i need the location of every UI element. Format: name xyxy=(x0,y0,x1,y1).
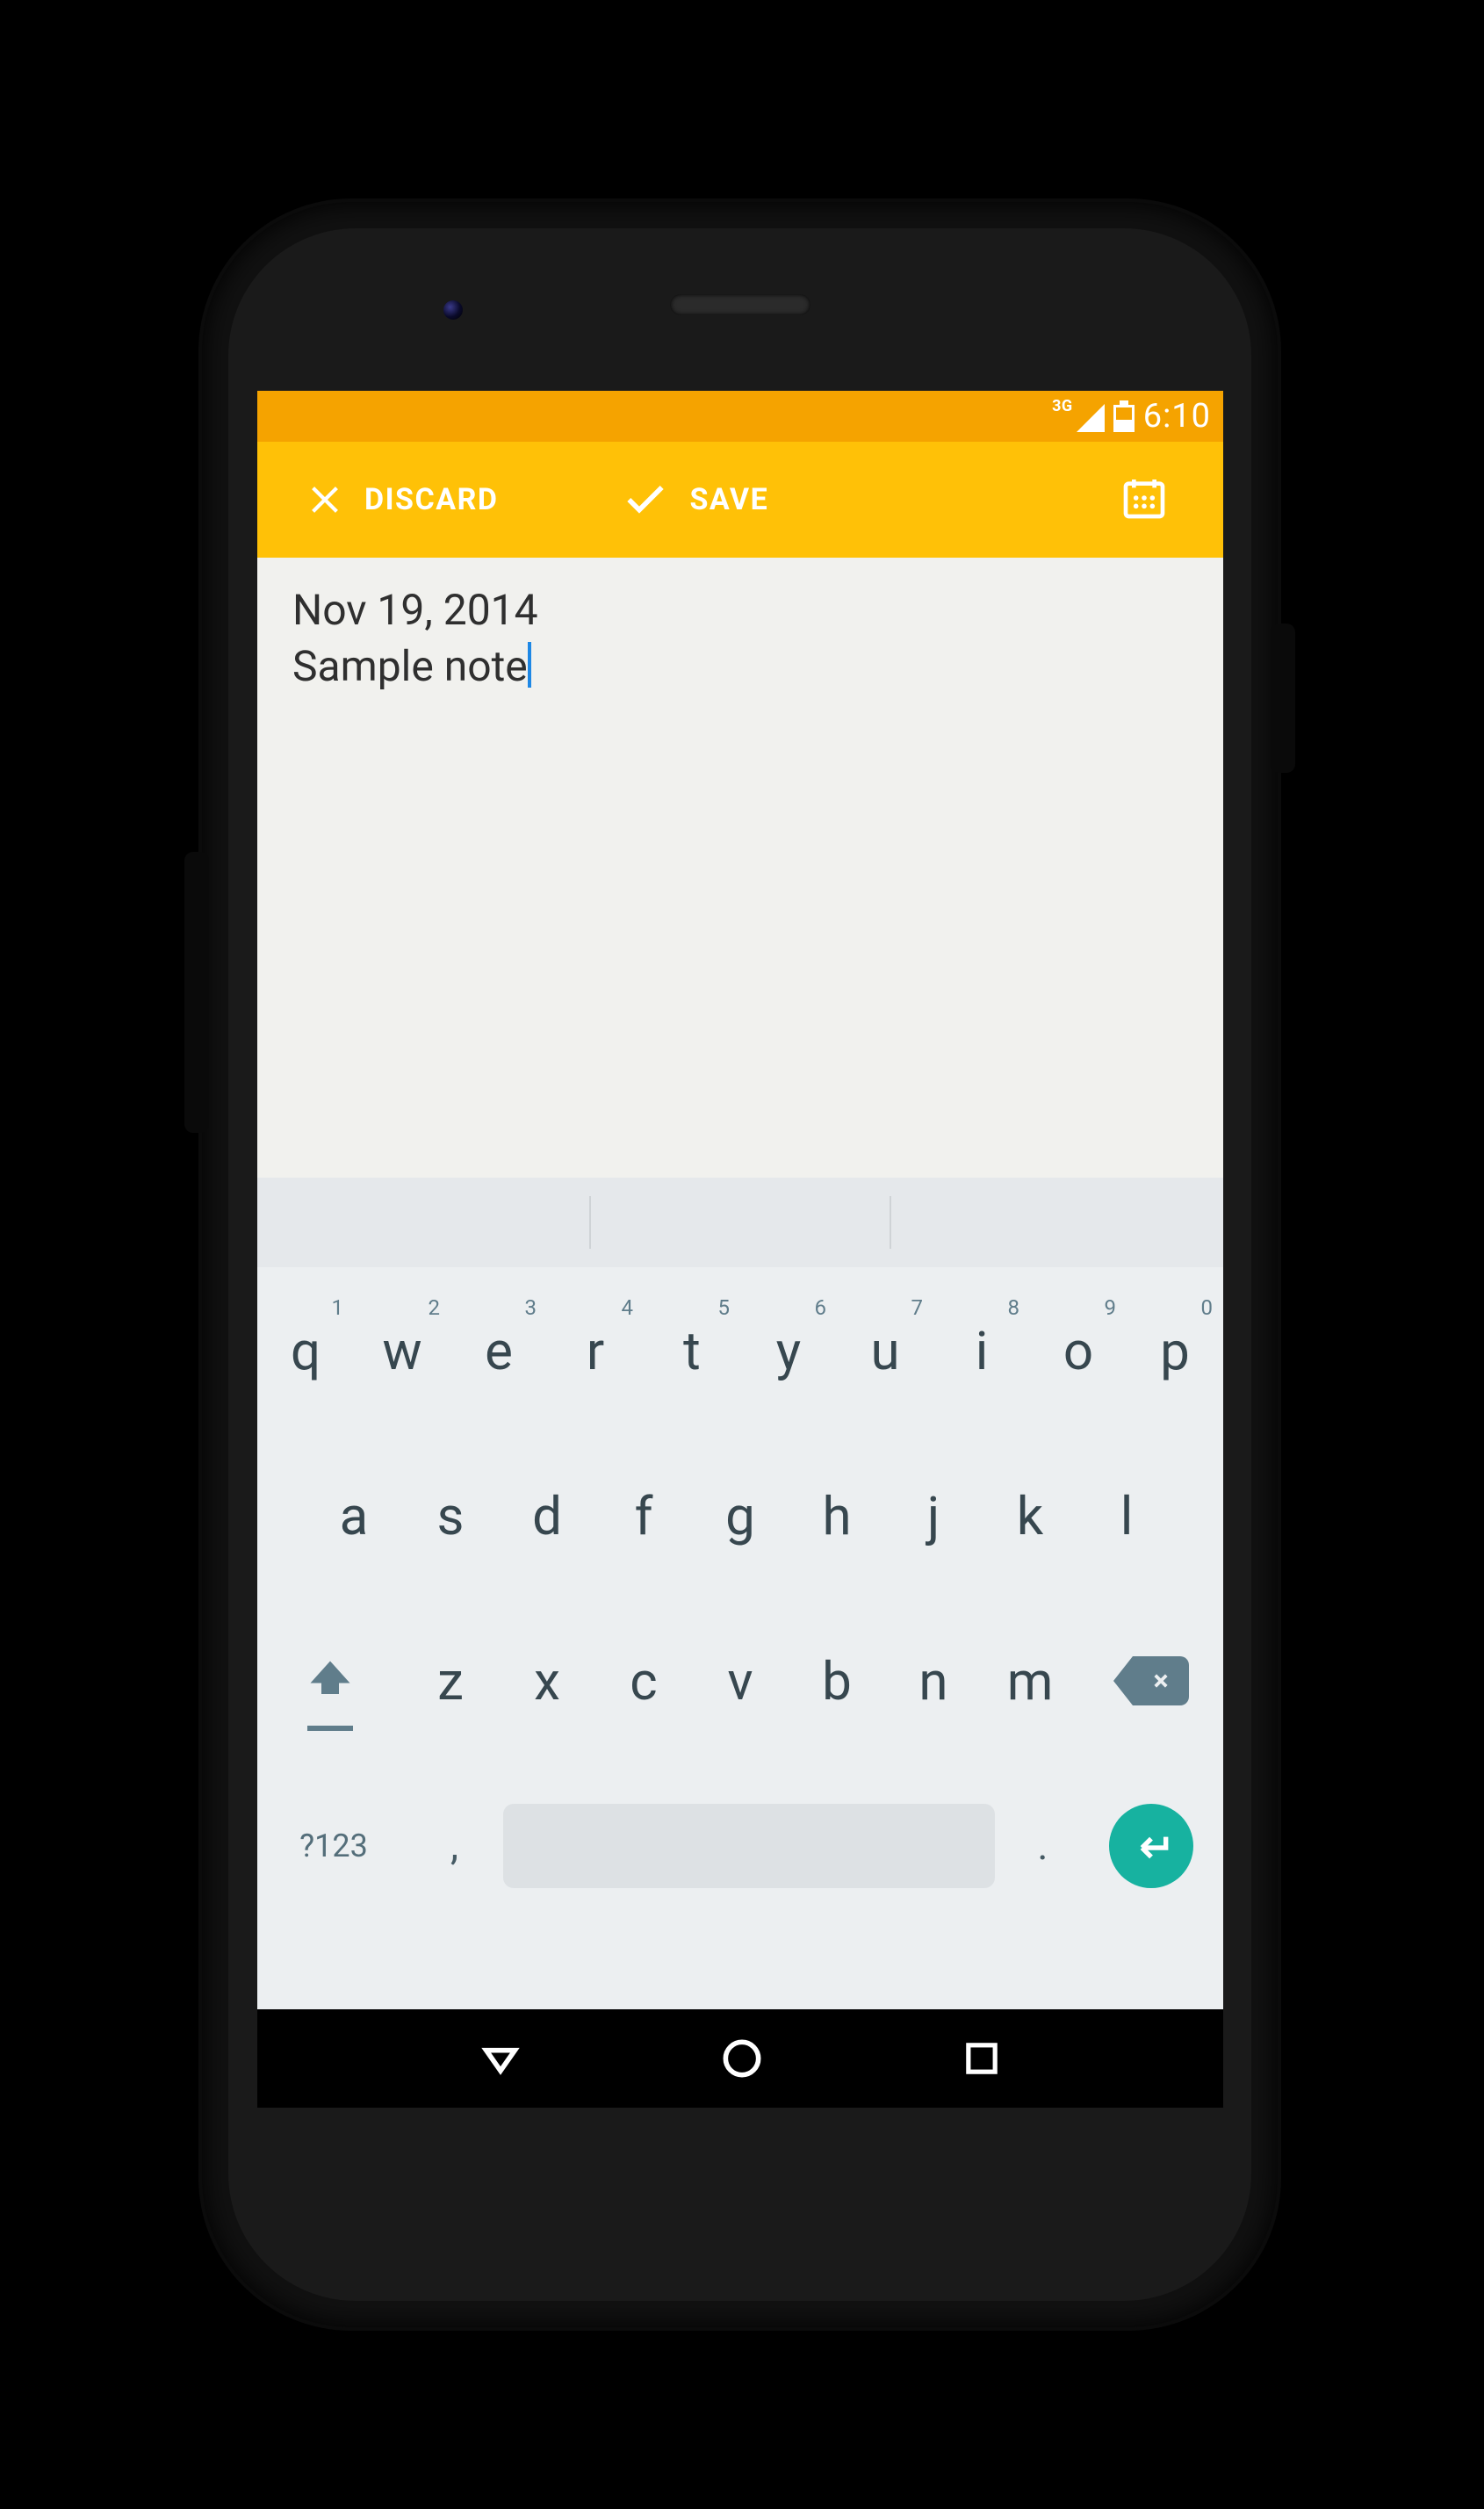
home-icon xyxy=(717,2034,767,2083)
discard-label: DISCARD xyxy=(364,482,498,517)
shift-key[interactable] xyxy=(257,1624,402,1738)
overflow-menu-button[interactable] xyxy=(1195,491,1213,508)
navigation-bar xyxy=(257,2009,1223,2108)
suggestion-separator xyxy=(890,1196,891,1249)
key-j[interactable]: j xyxy=(885,1459,982,1573)
check-icon xyxy=(621,475,670,524)
key-u[interactable]: u7 xyxy=(837,1294,933,1408)
note-editor[interactable]: Nov 19, 2014 Sample note xyxy=(257,558,1223,1178)
action-bar: DISCARD SAVE xyxy=(257,442,1223,558)
note-date: Nov 19, 2014 xyxy=(292,582,1188,638)
key-m[interactable]: m xyxy=(982,1624,1078,1738)
suggestion-separator xyxy=(589,1196,591,1249)
power-button xyxy=(1271,624,1295,773)
keyboard-suggestion-strip[interactable] xyxy=(257,1178,1223,1267)
close-icon xyxy=(305,479,345,520)
symbols-key[interactable]: ?123 xyxy=(262,1789,407,1903)
key-s[interactable]: s xyxy=(402,1459,499,1573)
screen: 3G 6:10 DISCARD xyxy=(257,391,1223,2108)
key-e[interactable]: e3 xyxy=(450,1294,547,1408)
key-z[interactable]: z xyxy=(402,1624,499,1738)
discard-button[interactable]: DISCARD xyxy=(305,479,498,520)
key-v[interactable]: v xyxy=(692,1624,789,1738)
recents-icon xyxy=(959,2036,1005,2081)
key-g[interactable]: g xyxy=(692,1459,789,1573)
note-text: Sample note xyxy=(292,641,528,691)
status-bar: 3G 6:10 xyxy=(257,391,1223,442)
key-a[interactable]: a xyxy=(306,1459,402,1573)
key-n[interactable]: n xyxy=(885,1624,982,1738)
back-button[interactable] xyxy=(476,2034,525,2083)
front-camera xyxy=(443,300,463,320)
key-d[interactable]: d xyxy=(499,1459,595,1573)
recents-button[interactable] xyxy=(959,2036,1005,2081)
battery-icon xyxy=(1113,400,1135,432)
calendar-icon xyxy=(1120,509,1169,526)
key-r[interactable]: r4 xyxy=(547,1294,644,1408)
save-button[interactable]: SAVE xyxy=(621,475,768,524)
symbols-label: ?123 xyxy=(299,1828,368,1864)
network-type: 3G xyxy=(1052,397,1073,415)
key-w[interactable]: w2 xyxy=(354,1294,450,1408)
signal-icon xyxy=(1077,404,1105,432)
key-o[interactable]: o9 xyxy=(1030,1294,1127,1408)
key-h[interactable]: h xyxy=(789,1459,885,1573)
key-c[interactable]: c xyxy=(595,1624,692,1738)
backspace-key[interactable] xyxy=(1078,1624,1223,1738)
earpiece xyxy=(670,294,810,315)
space-key[interactable] xyxy=(503,1804,995,1888)
calendar-button[interactable] xyxy=(1120,473,1169,526)
key-k[interactable]: k xyxy=(982,1459,1078,1573)
key-t[interactable]: t5 xyxy=(644,1294,740,1408)
enter-key[interactable] xyxy=(1109,1804,1193,1888)
device-frame: 3G 6:10 DISCARD xyxy=(202,202,1278,2327)
clock: 6:10 xyxy=(1143,397,1211,436)
text-cursor xyxy=(528,642,531,688)
enter-icon xyxy=(1129,1824,1173,1868)
key-i[interactable]: i8 xyxy=(933,1294,1030,1408)
key-y[interactable]: y6 xyxy=(740,1294,837,1408)
key-p[interactable]: p0 xyxy=(1127,1294,1223,1408)
save-label: SAVE xyxy=(689,482,768,517)
comma-key[interactable]: , xyxy=(407,1789,503,1903)
period-key[interactable]: . xyxy=(995,1789,1091,1903)
key-q[interactable]: q1 xyxy=(257,1294,354,1408)
key-l[interactable]: l xyxy=(1078,1459,1175,1573)
back-icon xyxy=(476,2034,525,2083)
volume-rocker xyxy=(184,852,209,1133)
key-f[interactable]: f xyxy=(595,1459,692,1573)
home-button[interactable] xyxy=(717,2034,767,2083)
key-x[interactable]: x xyxy=(499,1624,595,1738)
soft-keyboard: q1w2e3r4t5y6u7i8o9p0 asdfghjkl zxcvbnm xyxy=(257,1267,1223,2009)
key-b[interactable]: b xyxy=(789,1624,885,1738)
backspace-icon xyxy=(1113,1656,1189,1705)
